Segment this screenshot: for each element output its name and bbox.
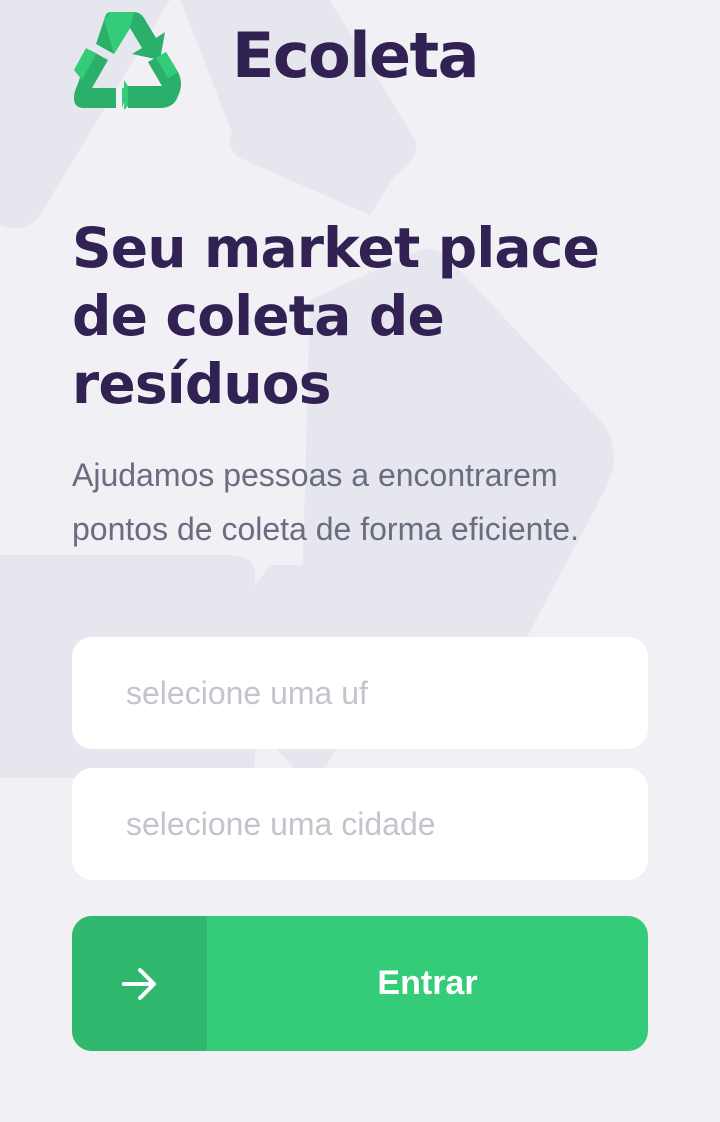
home-screen: Ecoleta Seu market place de coleta de re… bbox=[0, 0, 720, 1122]
arrow-right-icon bbox=[121, 967, 156, 1000]
app-header: Ecoleta bbox=[72, 10, 479, 110]
uf-select[interactable]: selecione uma uf bbox=[72, 637, 648, 749]
uf-select-placeholder: selecione uma uf bbox=[126, 674, 368, 711]
page-description: Ajudamos pessoas a encontrarem pontos de… bbox=[72, 457, 579, 547]
enter-button-label: Entrar bbox=[377, 964, 478, 1002]
recycle-icon bbox=[74, 12, 181, 110]
city-select[interactable]: selecione uma cidade bbox=[72, 768, 648, 880]
title-line-1: Seu market place bbox=[72, 216, 600, 280]
page-title: Seu market place de coleta de resíduos bbox=[72, 214, 672, 418]
enter-button-icon-box bbox=[72, 916, 207, 1051]
app-name: Ecoleta bbox=[232, 18, 479, 92]
title-line-3: resíduos bbox=[72, 352, 331, 416]
title-line-2: de coleta de bbox=[72, 284, 445, 348]
city-select-placeholder: selecione uma cidade bbox=[126, 805, 436, 842]
enter-button[interactable]: Entrar bbox=[72, 916, 648, 1051]
